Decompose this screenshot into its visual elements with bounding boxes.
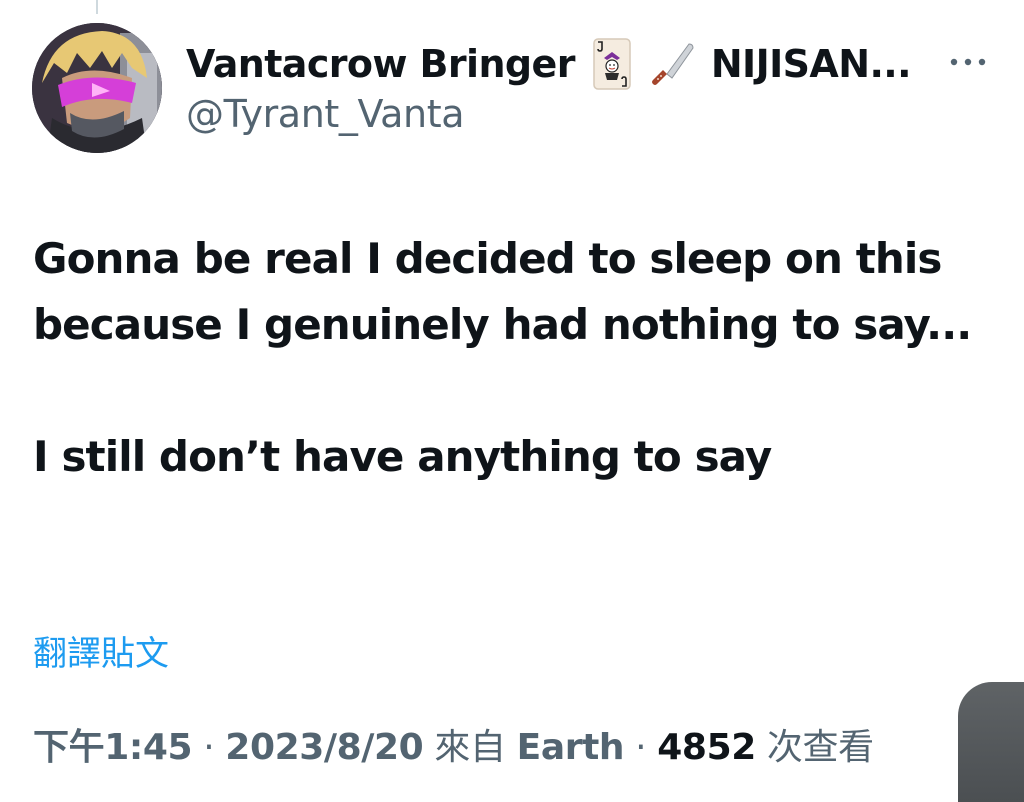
- corner-overlay: [958, 682, 1024, 802]
- translate-post-link[interactable]: 翻譯貼文: [33, 626, 169, 675]
- tweet-meta: 下午1:45 · 2023/8/20 來自 Earth · 4852 次查看: [33, 718, 874, 770]
- tweet-paragraph: I still don’t have anything to say: [33, 432, 772, 481]
- author-name-row: Vantacrow Bringer NIJISAN...: [186, 36, 912, 92]
- author-display-name[interactable]: Vantacrow Bringer: [186, 42, 575, 86]
- author-handle[interactable]: @Tyrant_Vanta: [186, 92, 464, 136]
- views-count: 4852: [657, 727, 756, 768]
- avatar[interactable]: [32, 23, 162, 153]
- more-options-icon[interactable]: [946, 48, 990, 76]
- kitchen-knife-icon: [649, 40, 697, 88]
- meta-separator: ·: [635, 727, 647, 768]
- source-prefix: 來自: [434, 727, 506, 768]
- tweet-paragraph: Gonna be real I decided to sleep on this…: [33, 234, 972, 349]
- views-label: 次查看: [766, 727, 874, 768]
- joker-card-icon: [593, 38, 631, 90]
- tweet-source: Earth: [516, 727, 625, 768]
- author-name-tail: NIJISAN...: [710, 42, 912, 86]
- meta-separator: ·: [203, 727, 215, 768]
- tweet-date[interactable]: 2023/8/20: [225, 727, 423, 768]
- tweet-body: Gonna be real I decided to sleep on this…: [33, 226, 993, 490]
- tweet-time[interactable]: 下午1:45: [33, 727, 193, 768]
- thread-connector-line: [96, 0, 98, 14]
